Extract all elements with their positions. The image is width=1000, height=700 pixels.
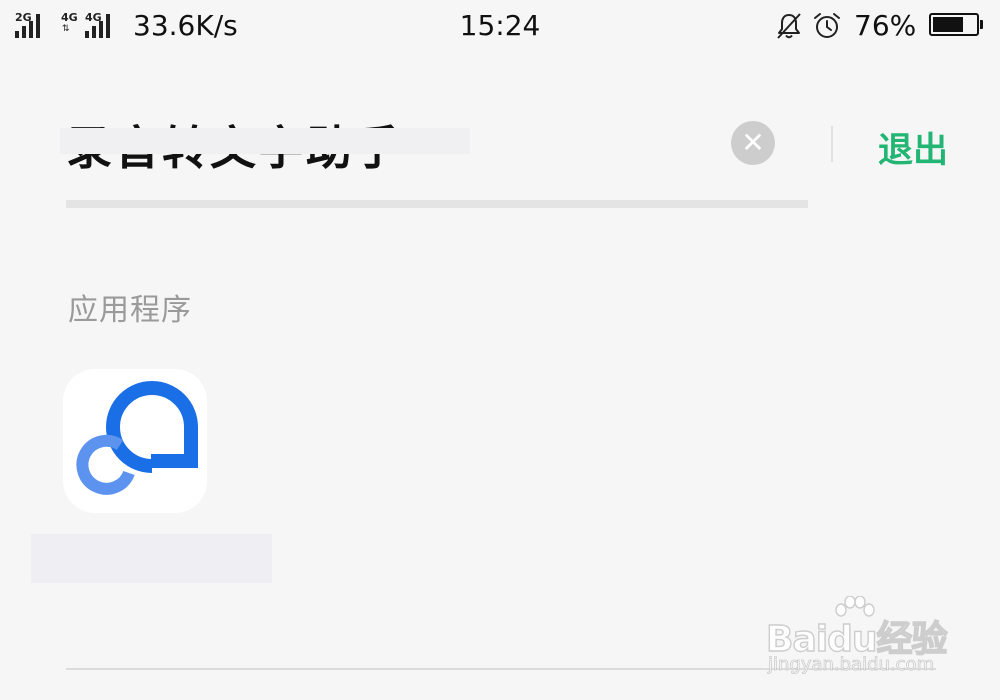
bell-off-icon — [777, 13, 801, 39]
app-chat-bubble-icon — [76, 381, 198, 495]
clear-search-button[interactable]: ✕ — [731, 121, 775, 165]
alarm-clock-icon — [814, 13, 840, 38]
watermark-site: jingyan.baidu.com — [768, 654, 935, 676]
app-result-tile[interactable] — [63, 369, 207, 513]
app-name-redacted — [31, 534, 272, 583]
baidu-jingyan-watermark: Baidu经验 jingyan.baidu.com — [760, 596, 960, 676]
status-time: 15:24 — [459, 9, 541, 42]
status-bar: 2G 4G 4G ⇅ 33.6K/s 15:24 76% — [0, 0, 1000, 54]
exit-button[interactable]: 退出 — [878, 122, 948, 173]
battery-level-fill — [933, 17, 963, 32]
close-icon: ✕ — [741, 126, 765, 159]
section-title-apps: 应用程序 — [68, 293, 192, 328]
battery-percent: 76% — [854, 9, 917, 42]
header-divider — [831, 126, 833, 162]
redaction-bar — [60, 128, 470, 154]
battery-icon — [929, 13, 983, 36]
search-underline — [66, 200, 808, 208]
